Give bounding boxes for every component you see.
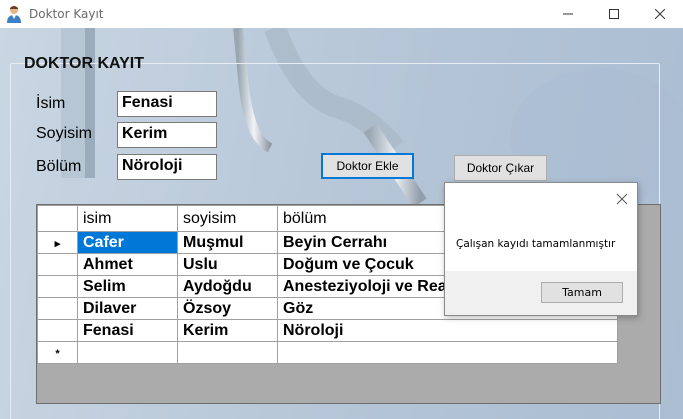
close-button[interactable] (637, 0, 683, 28)
soyisim-label: Soyisim (36, 125, 93, 142)
column-header-isim[interactable]: isim (77, 205, 178, 232)
bolum-label: Bölüm (36, 158, 82, 175)
dialog-footer: Tamam (445, 271, 637, 315)
table-cell[interactable]: Nöroloji (277, 319, 618, 342)
table-cell[interactable]: Uslu (177, 253, 278, 276)
dialog-message: Çalışan kayıdı tamamlanmıştır (456, 238, 616, 250)
row-header-corner[interactable] (37, 205, 78, 232)
isim-label: İsim (36, 95, 66, 112)
new-row[interactable]: * (37, 341, 618, 364)
table-cell[interactable] (77, 341, 178, 364)
table-cell[interactable]: Muşmul (177, 231, 278, 254)
ok-button[interactable]: Tamam (541, 282, 623, 303)
title-bar[interactable]: Doktor Kayıt (0, 0, 683, 28)
table-cell[interactable] (177, 341, 278, 364)
table-cell[interactable]: Cafer (77, 231, 178, 254)
table-cell[interactable]: Özsoy (177, 297, 278, 320)
table-cell[interactable] (277, 341, 618, 364)
table-cell[interactable]: Dilaver (77, 297, 178, 320)
row-header[interactable] (37, 297, 78, 320)
soyisim-input[interactable]: Kerim (117, 122, 217, 148)
table-cell[interactable]: Ahmet (77, 253, 178, 276)
current-row-marker[interactable]: ▸ (37, 231, 78, 254)
row-header[interactable] (37, 319, 78, 342)
row-header[interactable] (37, 253, 78, 276)
doctor-person-icon (7, 6, 21, 23)
remove-doctor-button[interactable]: Doktor Çıkar (454, 155, 547, 181)
confirmation-dialog[interactable]: Çalışan kayıdı tamamlanmıştır Tamam (444, 182, 638, 316)
table-cell[interactable]: Aydoğdu (177, 275, 278, 298)
close-icon (655, 9, 665, 19)
dialog-close-icon[interactable] (615, 192, 629, 206)
table-row[interactable]: Fenasi Kerim Nöroloji (37, 319, 618, 342)
maximize-button[interactable] (591, 0, 637, 28)
current-row-arrow-icon: ▸ (54, 237, 61, 250)
add-doctor-button[interactable]: Doktor Ekle (321, 153, 414, 179)
bolum-input[interactable]: Nöroloji (117, 154, 217, 180)
new-row-marker[interactable]: * (37, 341, 78, 364)
column-header-soyisim[interactable]: soyisim (177, 205, 278, 232)
new-row-asterisk-icon: * (55, 347, 60, 360)
maximize-icon (609, 9, 619, 19)
table-cell[interactable]: Kerim (177, 319, 278, 342)
row-header[interactable] (37, 275, 78, 298)
isim-input[interactable]: Fenasi (117, 91, 217, 117)
minimize-icon (563, 13, 573, 15)
window-title: Doktor Kayıt (29, 7, 104, 21)
table-cell[interactable]: Fenasi (77, 319, 178, 342)
table-cell[interactable]: Selim (77, 275, 178, 298)
group-title: DOKTOR KAYIT (24, 55, 145, 72)
minimize-button[interactable] (545, 0, 591, 28)
